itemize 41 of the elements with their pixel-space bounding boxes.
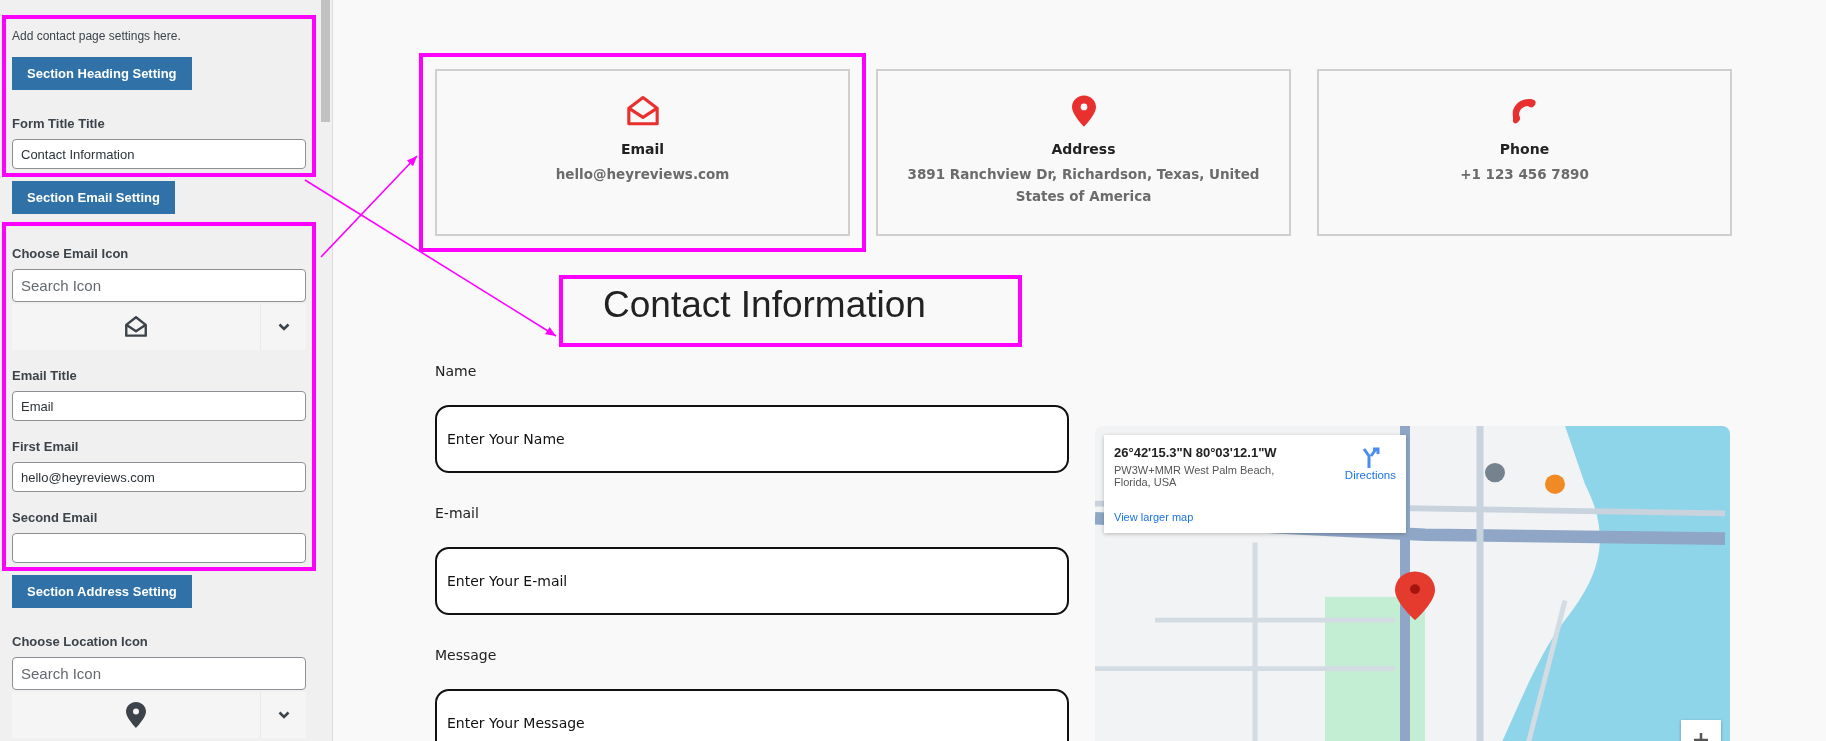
form-label: E-mail xyxy=(435,505,480,521)
section-button[interactable]: Section Heading Setting xyxy=(12,57,192,90)
pin-icon xyxy=(1071,95,1096,127)
text-field[interactable]: Contact Information xyxy=(12,139,306,169)
form-label: Name xyxy=(435,363,478,379)
section-button[interactable]: Section Email Setting xyxy=(12,181,175,214)
section-button[interactable]: Section Address Setting xyxy=(12,575,192,608)
form-heading: Contact Information xyxy=(559,275,1022,347)
view-larger-map-link[interactable]: View larger map xyxy=(1114,511,1194,523)
directions-link[interactable]: Directions xyxy=(1344,445,1396,481)
icon-search-field[interactable]: Search Icon xyxy=(12,657,306,690)
field-label: Second Email xyxy=(12,510,99,525)
card-title: Email xyxy=(620,141,665,157)
input-field[interactable]: Enter Your E-mail xyxy=(435,547,1069,615)
card-title: Address xyxy=(1051,141,1116,157)
map[interactable]: 26°42'15.3"N 80°03'12.1"W PW3W+MMR West Palm Beach, Florida, USA View larger map Directions xyxy=(1095,426,1730,741)
chevron-down-icon xyxy=(277,711,290,719)
map-address: PW3W+MMR West Palm Beach, Florida, USA xyxy=(1114,464,1276,488)
field-label: Email Title xyxy=(12,368,78,383)
field-label: Choose Email Icon xyxy=(12,246,130,261)
envelope-icon xyxy=(123,314,149,340)
icon-search-field[interactable]: Search Icon xyxy=(12,269,306,302)
field-label: First Email xyxy=(12,439,80,454)
text-field[interactable] xyxy=(12,533,306,563)
envelope-icon xyxy=(625,95,660,127)
pin-icon xyxy=(126,702,146,728)
text-field[interactable]: hello@heyreviews.com xyxy=(12,462,306,492)
form-label: Message xyxy=(435,647,498,663)
field-label: Form Title Title xyxy=(12,116,106,131)
text-field[interactable]: Email xyxy=(12,391,306,421)
icon-picker[interactable] xyxy=(12,692,306,738)
coordinates: 26°42'15.3"N 80°03'12.1"W xyxy=(1114,445,1278,460)
settings-note: Add contact page settings here. xyxy=(12,29,182,43)
card-text: hello@heyreviews.com xyxy=(555,165,730,184)
input-field[interactable]: Enter Your Message xyxy=(435,689,1069,741)
card-text: +1 123 456 7890 xyxy=(1460,165,1589,184)
card-text: 3891 Ranchview Dr, Richardson, Texas, United States of America xyxy=(906,165,1261,206)
card-title: Phone xyxy=(1499,141,1550,157)
input-field[interactable]: Enter Your Name xyxy=(435,405,1069,473)
chevron-down-icon xyxy=(277,323,290,331)
field-label: Choose Location Icon xyxy=(12,634,149,649)
